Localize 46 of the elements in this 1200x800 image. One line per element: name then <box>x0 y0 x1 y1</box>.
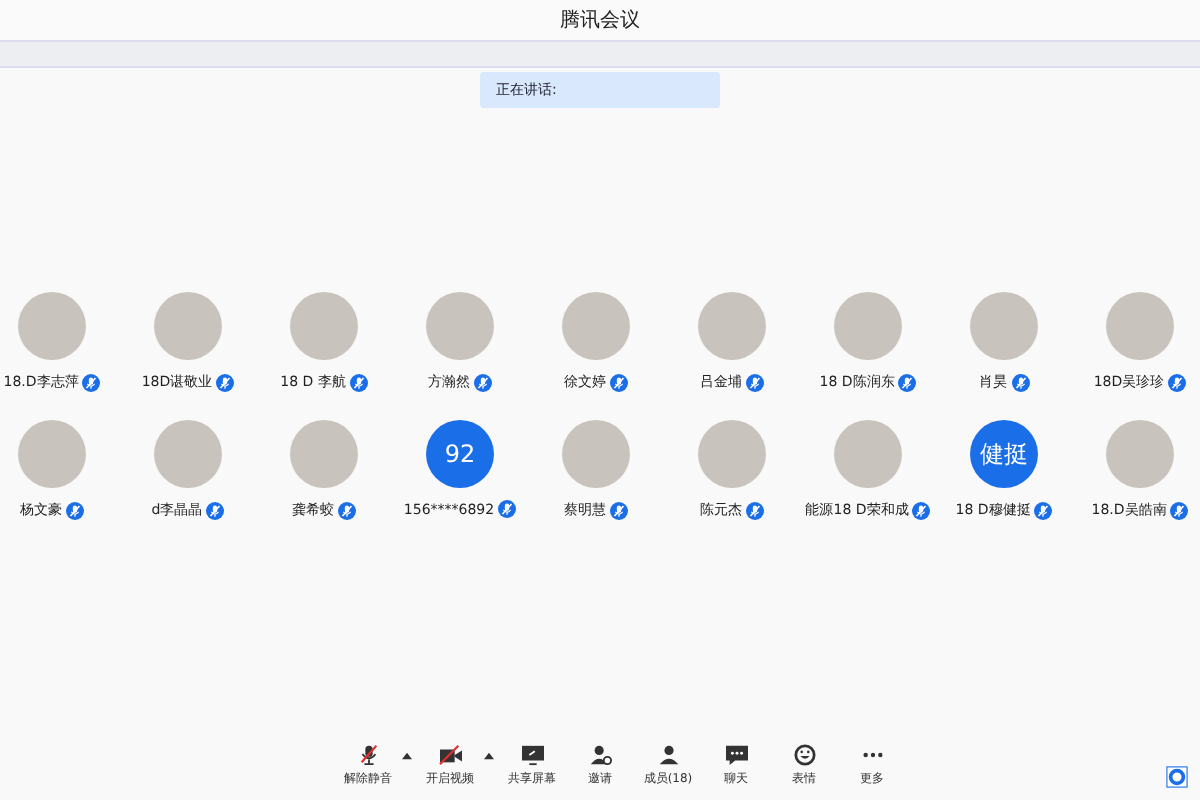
avatar-photo-placeholder <box>154 292 222 360</box>
avatar-photo-placeholder <box>1106 292 1174 360</box>
emoji-icon <box>791 744 817 766</box>
muted-mic-icon <box>216 373 235 391</box>
muted-mic-icon <box>610 501 628 519</box>
avatar-photo-placeholder <box>834 292 902 360</box>
invite-icon <box>587 744 613 766</box>
window-title: 腾讯会议 <box>560 7 640 34</box>
muted-mic-icon <box>746 373 764 391</box>
muted-mic-icon <box>1168 373 1187 391</box>
muted-mic-icon <box>206 501 225 519</box>
caret-icon <box>484 752 494 760</box>
avatar: 92 <box>426 420 494 488</box>
avatar-photo-placeholder <box>562 292 630 360</box>
muted-mic-icon <box>498 500 517 518</box>
muted-mic-icon <box>1034 501 1053 519</box>
avatar-photo-placeholder <box>834 420 902 488</box>
members-icon <box>655 744 681 766</box>
avatar-photo-placeholder <box>698 292 766 360</box>
muted-mic-icon <box>610 373 628 391</box>
avatar-photo-placeholder <box>698 420 766 488</box>
muted-mic-icon <box>1170 501 1189 519</box>
avatar-photo-placeholder <box>18 420 86 488</box>
muted-mic-icon <box>1011 373 1029 391</box>
muted-mic-icon <box>82 373 101 391</box>
muted-mic-icon <box>746 501 764 519</box>
video-icon <box>437 744 463 766</box>
caret-icon <box>402 752 412 760</box>
muted-mic-icon <box>66 501 84 519</box>
avatar-photo-placeholder <box>562 420 630 488</box>
avatar-photo-placeholder <box>1106 420 1174 488</box>
muted-mic-icon <box>898 373 917 391</box>
avatar-photo-placeholder <box>18 292 86 360</box>
avatar: 健挺 <box>970 420 1038 488</box>
muted-mic-icon <box>349 373 368 391</box>
avatar-photo-placeholder <box>290 292 358 360</box>
avatar-photo-placeholder <box>426 292 494 360</box>
avatar-photo-placeholder <box>290 420 358 488</box>
avatar-photo-placeholder <box>970 292 1038 360</box>
mic-icon <box>355 744 381 766</box>
avatar-photo-placeholder <box>154 420 222 488</box>
muted-mic-icon <box>912 501 931 519</box>
chat-icon <box>723 744 749 766</box>
muted-mic-icon <box>474 373 492 391</box>
share-icon <box>519 744 545 766</box>
muted-mic-icon <box>338 501 356 519</box>
